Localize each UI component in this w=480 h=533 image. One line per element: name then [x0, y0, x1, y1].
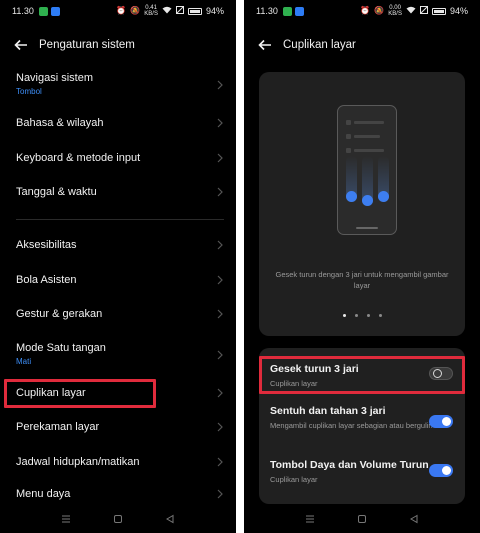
- home-icon[interactable]: [113, 514, 123, 524]
- settings-item-bola-asisten[interactable]: Bola Asisten: [0, 274, 236, 286]
- page-dot: [354, 314, 358, 317]
- chevron-right-icon: [217, 388, 223, 398]
- page-dot: [366, 314, 370, 317]
- finger-dot: [346, 191, 357, 202]
- settings-item-gestur-gerakan[interactable]: Gestur & gerakan: [0, 308, 236, 320]
- page-dot: [378, 314, 382, 317]
- chevron-right-icon: [217, 309, 223, 319]
- page-title: Pengaturan sistem: [39, 39, 135, 51]
- settings-item-bahasa-wilayah[interactable]: Bahasa & wilayah: [0, 117, 236, 129]
- settings-item-mode-satu-tangan[interactable]: Mode Satu tangan Mati: [0, 342, 236, 366]
- option-sentuh-tahan-3-jari[interactable]: Sentuh dan tahan 3 jari Mengambil cuplik…: [270, 405, 435, 431]
- settings-item-jadwal[interactable]: Jadwal hidupkan/matikan: [0, 456, 236, 468]
- chevron-right-icon: [217, 457, 223, 467]
- gesture-preview-card[interactable]: Gesek turun dengan 3 jari untuk mengambi…: [259, 72, 465, 336]
- settings-item-aksesibilitas[interactable]: Aksesibilitas: [0, 239, 236, 251]
- notification-app-icon: [50, 6, 60, 16]
- chevron-right-icon: [217, 80, 223, 90]
- no-sim-icon: [175, 6, 184, 16]
- navigation-bar: [244, 505, 480, 533]
- status-bar: 11.30 ⏰ 🔕 0.41 KB/S 94%: [0, 0, 236, 22]
- back-arrow-icon[interactable]: [258, 38, 272, 52]
- chevron-right-icon: [217, 187, 223, 197]
- page-dot: [342, 314, 346, 317]
- mute-icon: 🔕: [130, 6, 141, 15]
- battery-percent: 94%: [205, 6, 224, 16]
- status-icons: ⏰ 🔕 0.41 KB/S 94%: [116, 5, 224, 17]
- status-time: 11.30: [12, 6, 34, 16]
- separator: [236, 0, 244, 533]
- page-header: Cuplikan layar: [244, 34, 480, 56]
- toggle-sentuh-tahan-3-jari[interactable]: [429, 415, 453, 428]
- chevron-right-icon: [217, 350, 223, 360]
- back-arrow-icon[interactable]: [14, 38, 28, 52]
- wifi-icon: [162, 6, 172, 16]
- chevron-right-icon: [217, 240, 223, 250]
- status-time: 11.30: [256, 6, 278, 16]
- settings-item-menu-daya[interactable]: Menu daya: [0, 488, 236, 500]
- chevron-right-icon: [217, 275, 223, 285]
- left-screen-system-settings: 11.30 ⏰ 🔕 0.41 KB/S 94% Pengaturan siste…: [0, 0, 236, 533]
- settings-item-perekaman-layar[interactable]: Perekaman layar: [0, 421, 236, 433]
- battery-icon: [431, 7, 446, 15]
- settings-item-tanggal-waktu[interactable]: Tanggal & waktu: [0, 186, 236, 198]
- finger-dot: [362, 195, 373, 206]
- wifi-icon: [406, 6, 416, 16]
- right-screen-cuplikan-layar: 11.30 ⏰ 🔕 0.00 KB/S 94% Cuplikan layar G…: [244, 0, 480, 533]
- battery-percent: 94%: [449, 6, 468, 16]
- alarm-icon: ⏰: [116, 6, 127, 15]
- chevron-right-icon: [217, 153, 223, 163]
- phone-illustration: [337, 105, 397, 235]
- back-icon[interactable]: [165, 514, 175, 524]
- screenshot-composite: 11.30 ⏰ 🔕 0.41 KB/S 94% Pengaturan siste…: [0, 0, 480, 533]
- finger-dot: [378, 191, 389, 202]
- battery-icon: [187, 7, 202, 15]
- navigation-bar: [0, 505, 236, 533]
- settings-item-keyboard[interactable]: Keyboard & metode input: [0, 152, 236, 164]
- notification-app-icon: [38, 6, 48, 16]
- no-sim-icon: [419, 6, 428, 16]
- status-icons: ⏰ 🔕 0.00 KB/S 94%: [360, 5, 468, 17]
- network-speed: 0.00 KB/S: [388, 5, 402, 17]
- network-speed: 0.41 KB/S: [144, 5, 158, 17]
- page-title: Cuplikan layar: [283, 39, 356, 51]
- preview-caption: Gesek turun dengan 3 jari untuk mengambi…: [275, 270, 449, 290]
- mute-icon: 🔕: [374, 6, 385, 15]
- section-divider: [16, 219, 224, 220]
- chevron-right-icon: [217, 118, 223, 128]
- chevron-right-icon: [217, 422, 223, 432]
- highlight-box: [259, 356, 465, 394]
- toggle-tombol-daya-volume[interactable]: [429, 464, 453, 477]
- home-icon[interactable]: [357, 514, 367, 524]
- settings-item-navigasi-sistem[interactable]: Navigasi sistem Tombol: [0, 72, 236, 96]
- highlight-box: [4, 379, 156, 408]
- chevron-right-icon: [217, 489, 223, 499]
- option-tombol-daya-volume[interactable]: Tombol Daya dan Volume Turun Cuplikan la…: [270, 459, 435, 485]
- page-header: Pengaturan sistem: [0, 34, 236, 56]
- back-icon[interactable]: [409, 514, 419, 524]
- menu-icon[interactable]: [305, 514, 315, 524]
- status-bar: 11.30 ⏰ 🔕 0.00 KB/S 94%: [244, 0, 480, 22]
- page-indicator: [259, 314, 465, 317]
- notification-app-icon: [294, 6, 304, 16]
- notification-app-icon: [282, 6, 292, 16]
- menu-icon[interactable]: [61, 514, 71, 524]
- alarm-icon: ⏰: [360, 6, 371, 15]
